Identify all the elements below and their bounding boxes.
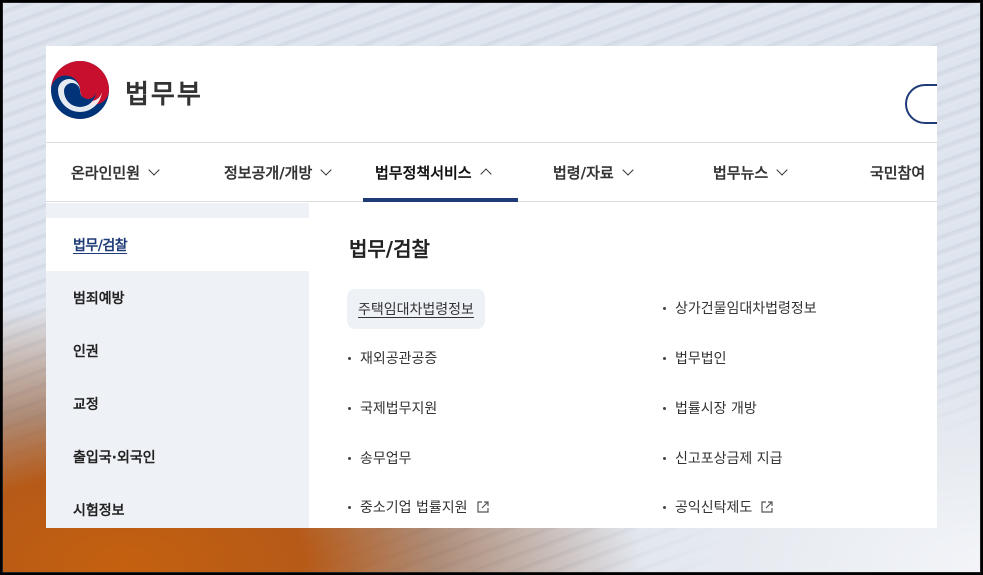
chevron-down-icon (148, 164, 160, 176)
gnb-label: 국민참여 (870, 163, 926, 182)
link-litigation-affairs[interactable]: 송무업무 (348, 448, 412, 468)
link-law-firm[interactable]: 법무법인 (663, 348, 727, 368)
site-panel: 법무부 온라인민원 정보공개/개방 법무정책서비스 법령/자료 법무뉴스 국민참… (46, 46, 937, 528)
link-housing-lease-law[interactable]: 주택임대차법령정보 (347, 289, 485, 329)
link-label: 주택임대차법령정보 (358, 302, 474, 318)
content-title: 법무/검찰 (349, 237, 430, 261)
side-item-corrections[interactable]: 교정 (46, 377, 309, 430)
link-international-legal-support[interactable]: 국제법무지원 (348, 398, 437, 418)
link-public-trust[interactable]: 공익신탁제도 (663, 497, 774, 517)
gnb-item-policy-service[interactable]: 법무정책서비스 (375, 143, 492, 201)
link-overseas-notarization[interactable]: 재외공관공증 (348, 348, 437, 368)
gnb-label: 정보공개/개방 (224, 163, 313, 182)
chevron-down-icon (622, 164, 634, 176)
gnb-label: 법령/자료 (553, 163, 614, 182)
header: 법무부 (46, 46, 937, 142)
bullet-icon (348, 356, 351, 360)
link-sme-legal-support[interactable]: 중소기업 법률지원 (348, 497, 490, 517)
link-label: 재외공관공증 (360, 351, 438, 367)
submenu-content: 법무/검찰 주택임대차법령정보 상가건물임대차법령정보 재외공관공증 법무법인 … (309, 203, 937, 528)
brand-name[interactable]: 법무부 (125, 74, 203, 111)
gnb-label: 법무정책서비스 (375, 163, 472, 182)
gnb-item-participation[interactable]: 국민참여 (870, 143, 925, 201)
bullet-icon (663, 505, 666, 509)
bullet-icon (663, 356, 666, 360)
link-commercial-lease-law[interactable]: 상가건물임대차법령정보 (663, 298, 817, 318)
gnb-label: 온라인민원 (71, 163, 141, 182)
bullet-icon (348, 456, 351, 460)
chevron-up-icon (479, 168, 492, 180)
link-label: 법률시장 개방 (675, 401, 757, 417)
side-item-human-rights[interactable]: 인권 (46, 324, 309, 377)
side-item-exam-info[interactable]: 시험정보 (46, 483, 309, 528)
submenu-sidebar: 법무/검찰 범죄예방 인권 교정 출입국·외국인 시험정보 (46, 203, 309, 528)
link-reward-payment[interactable]: 신고포상금제 지급 (663, 448, 783, 468)
link-label: 상가건물임대차법령정보 (675, 301, 817, 317)
bullet-icon (348, 406, 351, 410)
bullet-icon (663, 406, 666, 410)
side-item-justice-prosecution[interactable]: 법무/검찰 (46, 218, 309, 271)
bullet-icon (663, 456, 666, 460)
link-label: 신고포상금제 지급 (675, 451, 783, 467)
search-button[interactable] (905, 84, 937, 124)
global-nav: 온라인민원 정보공개/개방 법무정책서비스 법령/자료 법무뉴스 국민참여 (46, 142, 937, 202)
external-link-icon (476, 501, 489, 513)
link-label: 중소기업 법률지원 (360, 500, 468, 516)
link-label: 공익신탁제도 (675, 500, 753, 516)
bullet-icon (348, 505, 351, 509)
chevron-down-icon (776, 164, 788, 176)
external-link-icon (761, 501, 773, 513)
gnb-label: 법무뉴스 (713, 163, 769, 182)
gnb-item-news[interactable]: 법무뉴스 (713, 143, 788, 201)
side-item-crime-prevention[interactable]: 범죄예방 (46, 271, 309, 324)
gnb-item-online-petition[interactable]: 온라인민원 (71, 143, 160, 201)
active-tab-indicator (363, 198, 518, 202)
gnb-item-info-disclosure[interactable]: 정보공개/개방 (224, 143, 332, 201)
link-label: 송무업무 (360, 451, 412, 467)
bullet-icon (663, 306, 666, 310)
side-item-immigration[interactable]: 출입국·외국인 (46, 430, 309, 483)
government-emblem-icon[interactable] (50, 60, 110, 120)
link-label: 국제법무지원 (360, 401, 438, 417)
chevron-down-icon (320, 164, 332, 176)
link-legal-market-opening[interactable]: 법률시장 개방 (663, 398, 757, 418)
link-label: 법무법인 (675, 351, 727, 367)
gnb-item-laws-data[interactable]: 법령/자료 (553, 143, 634, 201)
